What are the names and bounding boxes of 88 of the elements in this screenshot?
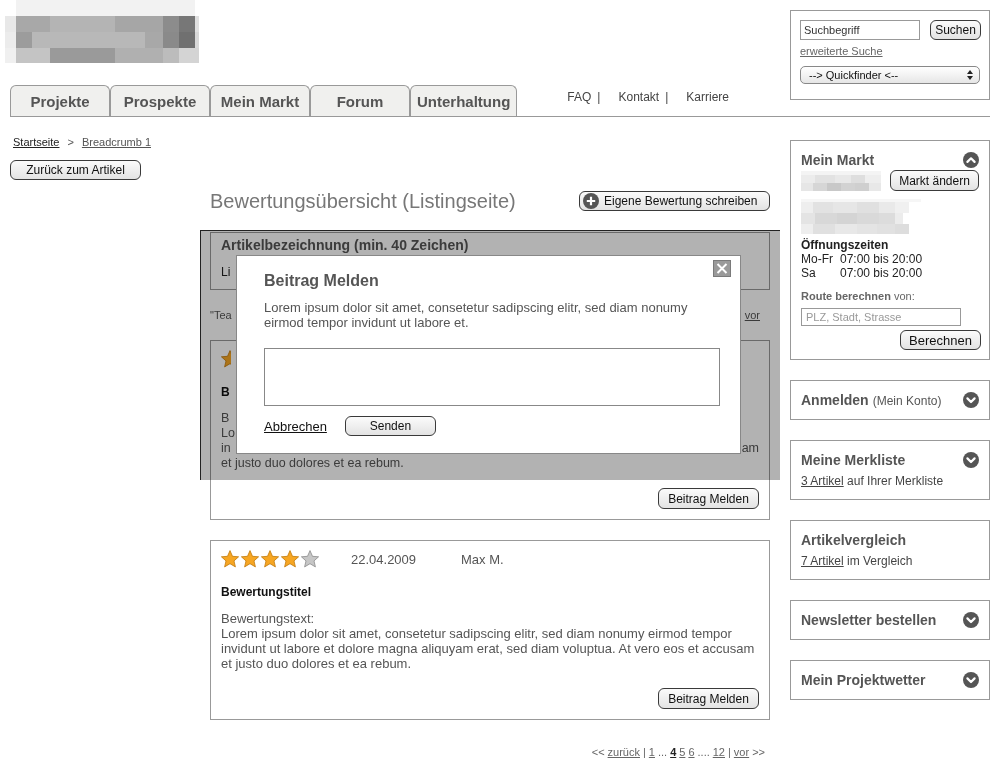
filled-star-icon	[241, 550, 259, 568]
pagination-text: |	[643, 746, 646, 759]
top-nav-link[interactable]: Karriere	[686, 90, 729, 104]
search-button[interactable]: Suchen	[930, 20, 981, 40]
breadcrumb-link[interactable]: Startseite	[13, 135, 60, 149]
page-title: Bewertungsübersicht (Listingseite)	[210, 190, 516, 212]
pagination-text: ....	[697, 746, 710, 759]
pagination-link[interactable]: vor	[733, 746, 750, 759]
article-title: Artikelbezeichnung (min. 40 Zeichen)	[221, 237, 469, 253]
send-button[interactable]: Senden	[344, 416, 436, 436]
pagination-text: <<	[591, 746, 605, 759]
panel-title: Mein Projektwetter	[801, 672, 926, 688]
change-market-button[interactable]: Markt ändern	[890, 170, 979, 191]
article-count-link[interactable]: 3 Artikel	[801, 474, 844, 488]
cancel-link[interactable]: Abbrechen	[264, 418, 327, 434]
nav-tab[interactable]: Unterhaltung	[410, 85, 518, 116]
page-link[interactable]: 4	[670, 746, 677, 759]
panel-title: Newsletter bestellen	[801, 612, 937, 628]
hours-days: Mo-Fr	[801, 252, 840, 266]
review-title: B	[221, 385, 230, 399]
article-text: Li	[221, 266, 231, 279]
report-textarea[interactable]	[264, 348, 720, 406]
link-separator: |	[597, 90, 601, 104]
pagination-text: >>	[752, 746, 765, 759]
review-date: 22.04.2009	[351, 551, 418, 567]
hours-time: 07:00 bis 20:00	[840, 252, 923, 266]
teaser-text: "Tea	[210, 309, 232, 322]
quickfinder-select[interactable]: --> Quickfinder <--	[800, 66, 980, 84]
review-text: am	[741, 441, 759, 456]
chevron-down-icon[interactable]	[963, 392, 979, 408]
panel-info-text: 3 Artikel auf Ihrer Merkliste	[801, 473, 944, 489]
teaser-link[interactable]: vor	[744, 309, 760, 322]
top-nav-link[interactable]: FAQ	[567, 90, 592, 104]
pagination-text: |	[728, 746, 731, 759]
panel-info-text: 7 Artikel im Vergleich	[801, 553, 913, 569]
hours-time: 07:00 bis 20:00	[840, 266, 923, 280]
breadcrumb-link[interactable]: Breadcrumb 1	[81, 135, 151, 149]
nav-tab[interactable]: Prospekte	[110, 85, 210, 116]
page-link[interactable]: 6	[688, 746, 695, 759]
review-author: Max M.	[461, 551, 504, 567]
link-separator: |	[665, 90, 669, 104]
panel-title: Artikelvergleich	[801, 532, 907, 548]
page-link[interactable]: 5	[679, 746, 686, 759]
review-text: B	[221, 411, 230, 426]
calculate-route-button[interactable]: Berechnen	[900, 330, 981, 350]
panel-title: Mein Markt	[801, 152, 875, 168]
review-text: et justo duo dolores et ea rebum.	[221, 456, 404, 471]
search-field[interactable]: Suchbegriff	[800, 20, 920, 40]
review-text: Lorem ipsum dolor sit amet, consetetur sadipscing elitr, sed diam nonumy eirmod tempor invidunt ut labore et dolore magna aliquyam erat, sed diam voluptua. At vero eos et accusam et justo duo dolores et ea rebum.	[221, 626, 756, 671]
pagination-text: ...	[657, 746, 668, 759]
article-count-link[interactable]: 7 Artikel	[801, 554, 844, 568]
chevron-down-icon[interactable]	[963, 452, 979, 468]
empty-star-icon	[301, 550, 319, 568]
dialog-title: Beitrag Melden	[264, 272, 379, 290]
hours-days: Sa	[801, 266, 840, 280]
chevron-down-icon[interactable]	[963, 612, 979, 628]
nav-tab[interactable]: Forum	[310, 85, 410, 116]
top-nav-link[interactable]: Kontakt	[618, 90, 660, 104]
opening-hours-title: Öffnungszeiten	[801, 238, 889, 252]
close-icon[interactable]	[713, 260, 731, 277]
advanced-search-link[interactable]: erweiterte Suche	[800, 45, 883, 58]
nav-tab[interactable]: Projekte	[10, 85, 110, 116]
review-text-label: Bewertungstext:	[221, 611, 315, 626]
panel-title-note: (Mein Konto)	[872, 394, 942, 408]
chevron-up-icon[interactable]	[963, 152, 979, 168]
report-post-button[interactable]: Beitrag Melden	[658, 488, 759, 509]
chevron-down-icon[interactable]	[963, 672, 979, 688]
review-title: Bewertungstitel	[221, 585, 311, 599]
route-input-field[interactable]: PLZ, Stadt, Strasse	[801, 308, 961, 326]
breadcrumb-separator: >	[67, 135, 74, 149]
panel-title: Meine Merkliste	[801, 452, 906, 468]
review-text: Lo	[221, 426, 235, 441]
dialog-text: Lorem ipsum dolor sit amet, consetetur sadipscing elitr, sed diam nonumy eirmod tempor invidunt ut labore et.	[264, 300, 689, 330]
page-link[interactable]: 1	[648, 746, 655, 759]
nav-tab[interactable]: Mein Markt	[210, 85, 310, 116]
report-post-button[interactable]: Beitrag Melden	[658, 688, 759, 709]
panel-title: Anmelden	[801, 392, 869, 408]
review-text: in	[221, 441, 231, 456]
filled-star-icon	[281, 550, 299, 568]
back-to-article-button[interactable]: Zurück zum Artikel	[10, 160, 141, 180]
write-review-button[interactable]: Eigene Bewertung schreiben	[579, 191, 770, 211]
filled-star-icon	[261, 550, 279, 568]
pagination-link[interactable]: zurück	[607, 746, 640, 759]
filled-star-icon	[221, 550, 239, 568]
page-link[interactable]: 12	[712, 746, 725, 759]
route-label: Route berechnen von:	[801, 289, 915, 303]
up-down-arrows-icon	[967, 70, 973, 80]
plus-circle-icon	[583, 193, 599, 209]
